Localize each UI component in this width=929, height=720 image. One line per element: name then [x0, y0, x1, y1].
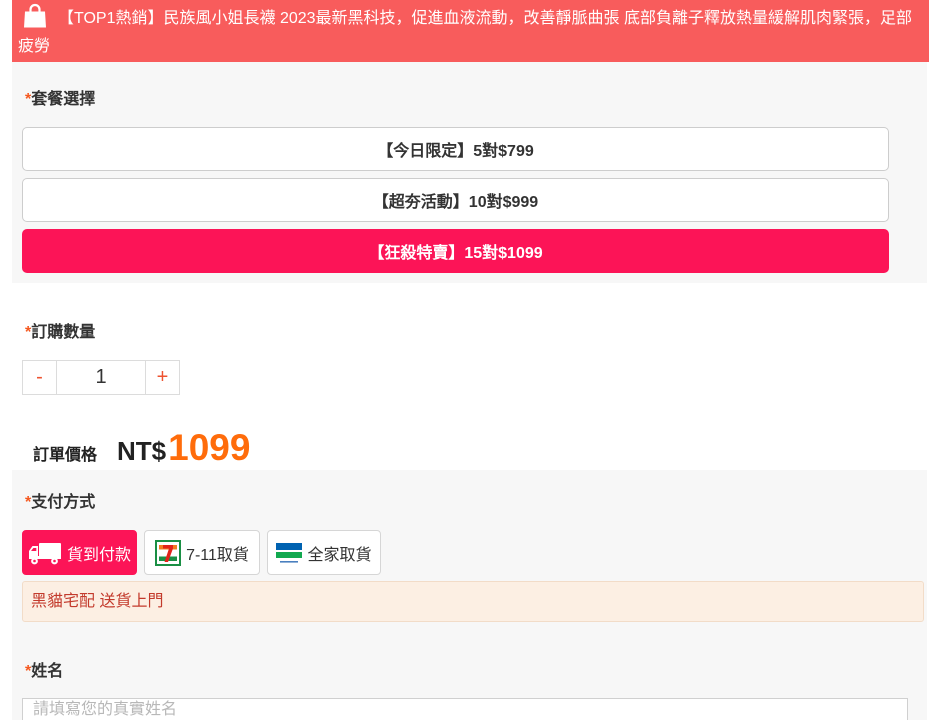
decrement-button[interactable]: - — [22, 360, 57, 395]
package-options: 【今日限定】5對$799 【超夯活動】10對$999 【狂殺特賣】15對$109… — [22, 127, 927, 273]
name-label: *姓名 — [25, 662, 927, 682]
package-option-label: 【今日限定】5對$799 — [377, 143, 534, 160]
seven-eleven-logo-icon — [155, 539, 182, 566]
familymart-logo-icon — [276, 542, 303, 563]
shopping-bag-icon — [22, 3, 48, 29]
name-label-text: 姓名 — [31, 663, 64, 680]
payment-methods: 貨到付款 7-11取貨 全家取貨 — [22, 530, 927, 575]
quantity-input[interactable] — [57, 360, 145, 395]
order-price-row: 訂單價格 NT$ 1099 — [22, 425, 927, 470]
payment-label: *支付方式 — [25, 493, 927, 513]
package-option-3[interactable]: 【狂殺特賣】15對$1099 — [22, 229, 889, 273]
quantity-label-text: 訂購數量 — [31, 324, 96, 341]
price-currency: NT$ — [117, 436, 167, 466]
package-section: *套餐選擇 【今日限定】5對$799 【超夯活動】10對$999 【狂殺特賣】1… — [12, 62, 927, 283]
banner-text: 【TOP1熱銷】民族風小姐長襪 2023最新黑科技，促進血液流動，改善靜脈曲張 … — [18, 10, 912, 55]
quantity-section: *訂購數量 - + 訂單價格 NT$ 1099 — [12, 283, 927, 470]
payment-seven-eleven-pickup[interactable]: 7-11取貨 — [144, 530, 260, 575]
price-amount: 1099 — [168, 427, 251, 468]
payment-cash-on-delivery[interactable]: 貨到付款 — [22, 530, 137, 575]
name-input[interactable] — [22, 698, 908, 720]
shopping-bag-icon-svg — [24, 3, 46, 28]
payment-familymart-pickup[interactable]: 全家取貨 — [267, 530, 381, 575]
quantity-stepper: - + — [22, 360, 927, 395]
payment-method-label: 貨到付款 — [66, 546, 131, 564]
payment-method-label: 全家取貨 — [307, 546, 372, 564]
truck-icon — [28, 542, 61, 564]
product-banner: 【TOP1熱銷】民族風小姐長襪 2023最新黑科技，促進血液流動，改善靜脈曲張 … — [12, 0, 929, 62]
order-price-label: 訂單價格 — [33, 447, 98, 464]
package-option-label: 【狂殺特賣】15對$1099 — [368, 245, 543, 262]
payment-method-label: 7-11取貨 — [186, 546, 249, 564]
payment-section: *支付方式 貨到付款 7-11取貨 全家取貨 黑貓宅配 送貨上門 *姓名 請填寫… — [12, 470, 927, 720]
checkout-page: 【TOP1熱銷】民族風小姐長襪 2023最新黑科技，促進血液流動，改善靜脈曲張 … — [0, 0, 929, 720]
payment-label-text: 支付方式 — [31, 494, 96, 511]
package-label: *套餐選擇 — [25, 90, 927, 110]
package-option-label: 【超夯活動】10對$999 — [372, 194, 539, 211]
increment-button[interactable]: + — [145, 360, 180, 395]
package-label-text: 套餐選擇 — [31, 91, 96, 108]
package-option-1[interactable]: 【今日限定】5對$799 — [22, 127, 889, 171]
delivery-notice: 黑貓宅配 送貨上門 — [22, 581, 924, 622]
package-option-2[interactable]: 【超夯活動】10對$999 — [22, 178, 889, 222]
quantity-label: *訂購數量 — [25, 323, 927, 343]
